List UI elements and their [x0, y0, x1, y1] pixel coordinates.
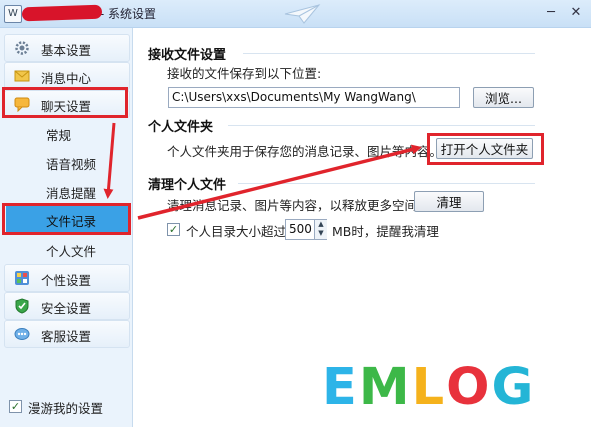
arrow-down: [103, 122, 116, 199]
watermark-letter: G: [491, 358, 536, 417]
arrow-to-open-button: [137, 144, 422, 220]
watermark-letter: M: [358, 358, 412, 417]
watermark-letter: E: [322, 358, 359, 417]
emlog-watermark: EMLOG: [322, 360, 570, 416]
watermark-letter: O: [446, 358, 492, 417]
watermark-letter: L: [411, 358, 447, 417]
